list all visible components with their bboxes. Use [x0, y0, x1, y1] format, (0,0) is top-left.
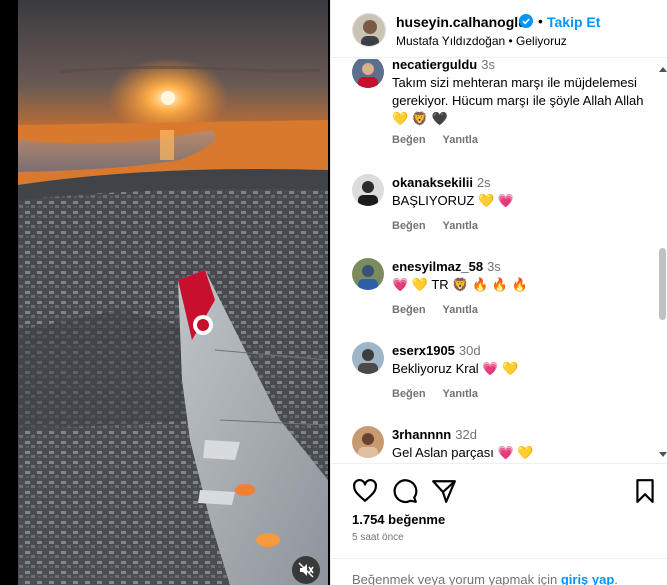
comment-content: BAŞLIYORUZ 💛 💗: [392, 193, 514, 208]
comment-username[interactable]: 3rhannnn: [392, 427, 451, 442]
comment-actions: Beğen Yanıtla: [392, 304, 492, 316]
comment-username[interactable]: necatierguldu: [392, 59, 477, 72]
login-link[interactable]: giriş yap: [561, 572, 614, 585]
comment-avatar[interactable]: [352, 342, 384, 374]
verified-badge-icon: [519, 14, 533, 28]
comment-username[interactable]: eserx1905: [392, 343, 455, 358]
post-video[interactable]: [0, 0, 330, 585]
post-details-panel: huseyin.calhanoglu • Takip Et Mustafa Yı…: [330, 0, 667, 585]
header-separator: •: [538, 13, 543, 29]
post-timestamp[interactable]: 5 saat önce: [352, 532, 404, 543]
follow-button[interactable]: Takip Et: [547, 14, 600, 30]
comment-avatar[interactable]: [352, 59, 384, 88]
login-prompt-label: Beğenmek veya yorum yapmak için: [352, 572, 558, 585]
scroll-down-arrow-icon[interactable]: [659, 452, 667, 457]
paper-plane-icon[interactable]: [431, 478, 457, 504]
comment-content: Bekliyoruz Kral 💗 💛: [392, 361, 519, 376]
comment-text: okanaksekilii 2s BAŞLIYORUZ 💛 💗: [392, 174, 652, 210]
reply-comment-button[interactable]: Yanıtla: [442, 220, 477, 232]
like-comment-button[interactable]: Beğen: [392, 220, 426, 232]
scrollbar-thumb[interactable]: [659, 248, 666, 320]
bookmark-icon[interactable]: [632, 478, 658, 504]
speaker-muted-icon: [298, 562, 314, 578]
comment-text: necatierguldu 3s Takım sizi mehteran marş…: [392, 59, 652, 128]
comment-content: 💗 💛 TR 🦁 🔥 🔥 🔥: [392, 277, 528, 292]
comments-list: necatierguldu 3s Takım sizi mehteran marş…: [331, 59, 667, 462]
login-prompt-end: .: [614, 572, 618, 585]
like-comment-button[interactable]: Beğen: [392, 304, 426, 316]
comment-actions: Beğen Yanıtla: [392, 220, 492, 232]
author-avatar[interactable]: [352, 13, 386, 47]
comment-username[interactable]: enesyilmaz_58: [392, 259, 483, 274]
comment-avatar[interactable]: [352, 174, 384, 206]
comment-avatar[interactable]: [352, 258, 384, 290]
comment-username[interactable]: okanaksekilii: [392, 175, 473, 190]
comment-text: enesyilmaz_58 3s 💗 💛 TR 🦁 🔥 🔥 🔥: [392, 258, 652, 294]
heart-icon[interactable]: [352, 478, 378, 504]
reply-comment-button[interactable]: Yanıtla: [442, 388, 477, 400]
reply-comment-button[interactable]: Yanıtla: [442, 304, 477, 316]
login-prompt: Beğenmek veya yorum yapmak için giriş ya…: [331, 558, 667, 585]
reply-comment-button[interactable]: Yanıtla: [442, 134, 477, 146]
post-action-bar: [331, 463, 667, 504]
comment-time: 2s: [476, 175, 491, 190]
author-username[interactable]: huseyin.calhanoglu: [396, 14, 527, 30]
like-comment-button[interactable]: Beğen: [392, 388, 426, 400]
comment-avatar[interactable]: [352, 426, 384, 458]
audio-attribution[interactable]: Mustafa Yıldızdoğan • Geliyoruz: [396, 34, 567, 48]
comment-content: Takım sizi mehteran marşı ile müjdelemes…: [392, 75, 644, 126]
scroll-up-arrow-icon[interactable]: [659, 67, 667, 72]
comment-content: Gel Aslan parçası 💗 💛: [392, 445, 534, 460]
comment-time: 30d: [458, 343, 481, 358]
comment-text: 3rhannnn 32d Gel Aslan parçası 💗 💛: [392, 426, 652, 462]
like-comment-button[interactable]: Beğen: [392, 134, 426, 146]
mute-toggle-button[interactable]: [292, 556, 320, 584]
comment-time: 3s: [481, 59, 495, 72]
comment-bubble-icon[interactable]: [392, 478, 418, 504]
comment-actions: Beğen Yanıtla: [392, 388, 492, 400]
comment-text: eserx1905 30d Bekliyoruz Kral 💗 💛: [392, 342, 652, 378]
airplane-window-sunset-image: [0, 0, 330, 585]
likes-count[interactable]: 1.754 beğenme: [352, 512, 445, 527]
comment-time: 3s: [487, 259, 501, 274]
instagram-post-view: huseyin.calhanoglu • Takip Et Mustafa Yı…: [0, 0, 667, 585]
comment-actions: Beğen Yanıtla: [392, 134, 492, 146]
login-prompt-text: Beğenmek veya yorum yapmak için giriş ya…: [352, 572, 618, 585]
comment-time: 32d: [455, 427, 477, 442]
post-header: huseyin.calhanoglu • Takip Et Mustafa Yı…: [331, 0, 667, 58]
